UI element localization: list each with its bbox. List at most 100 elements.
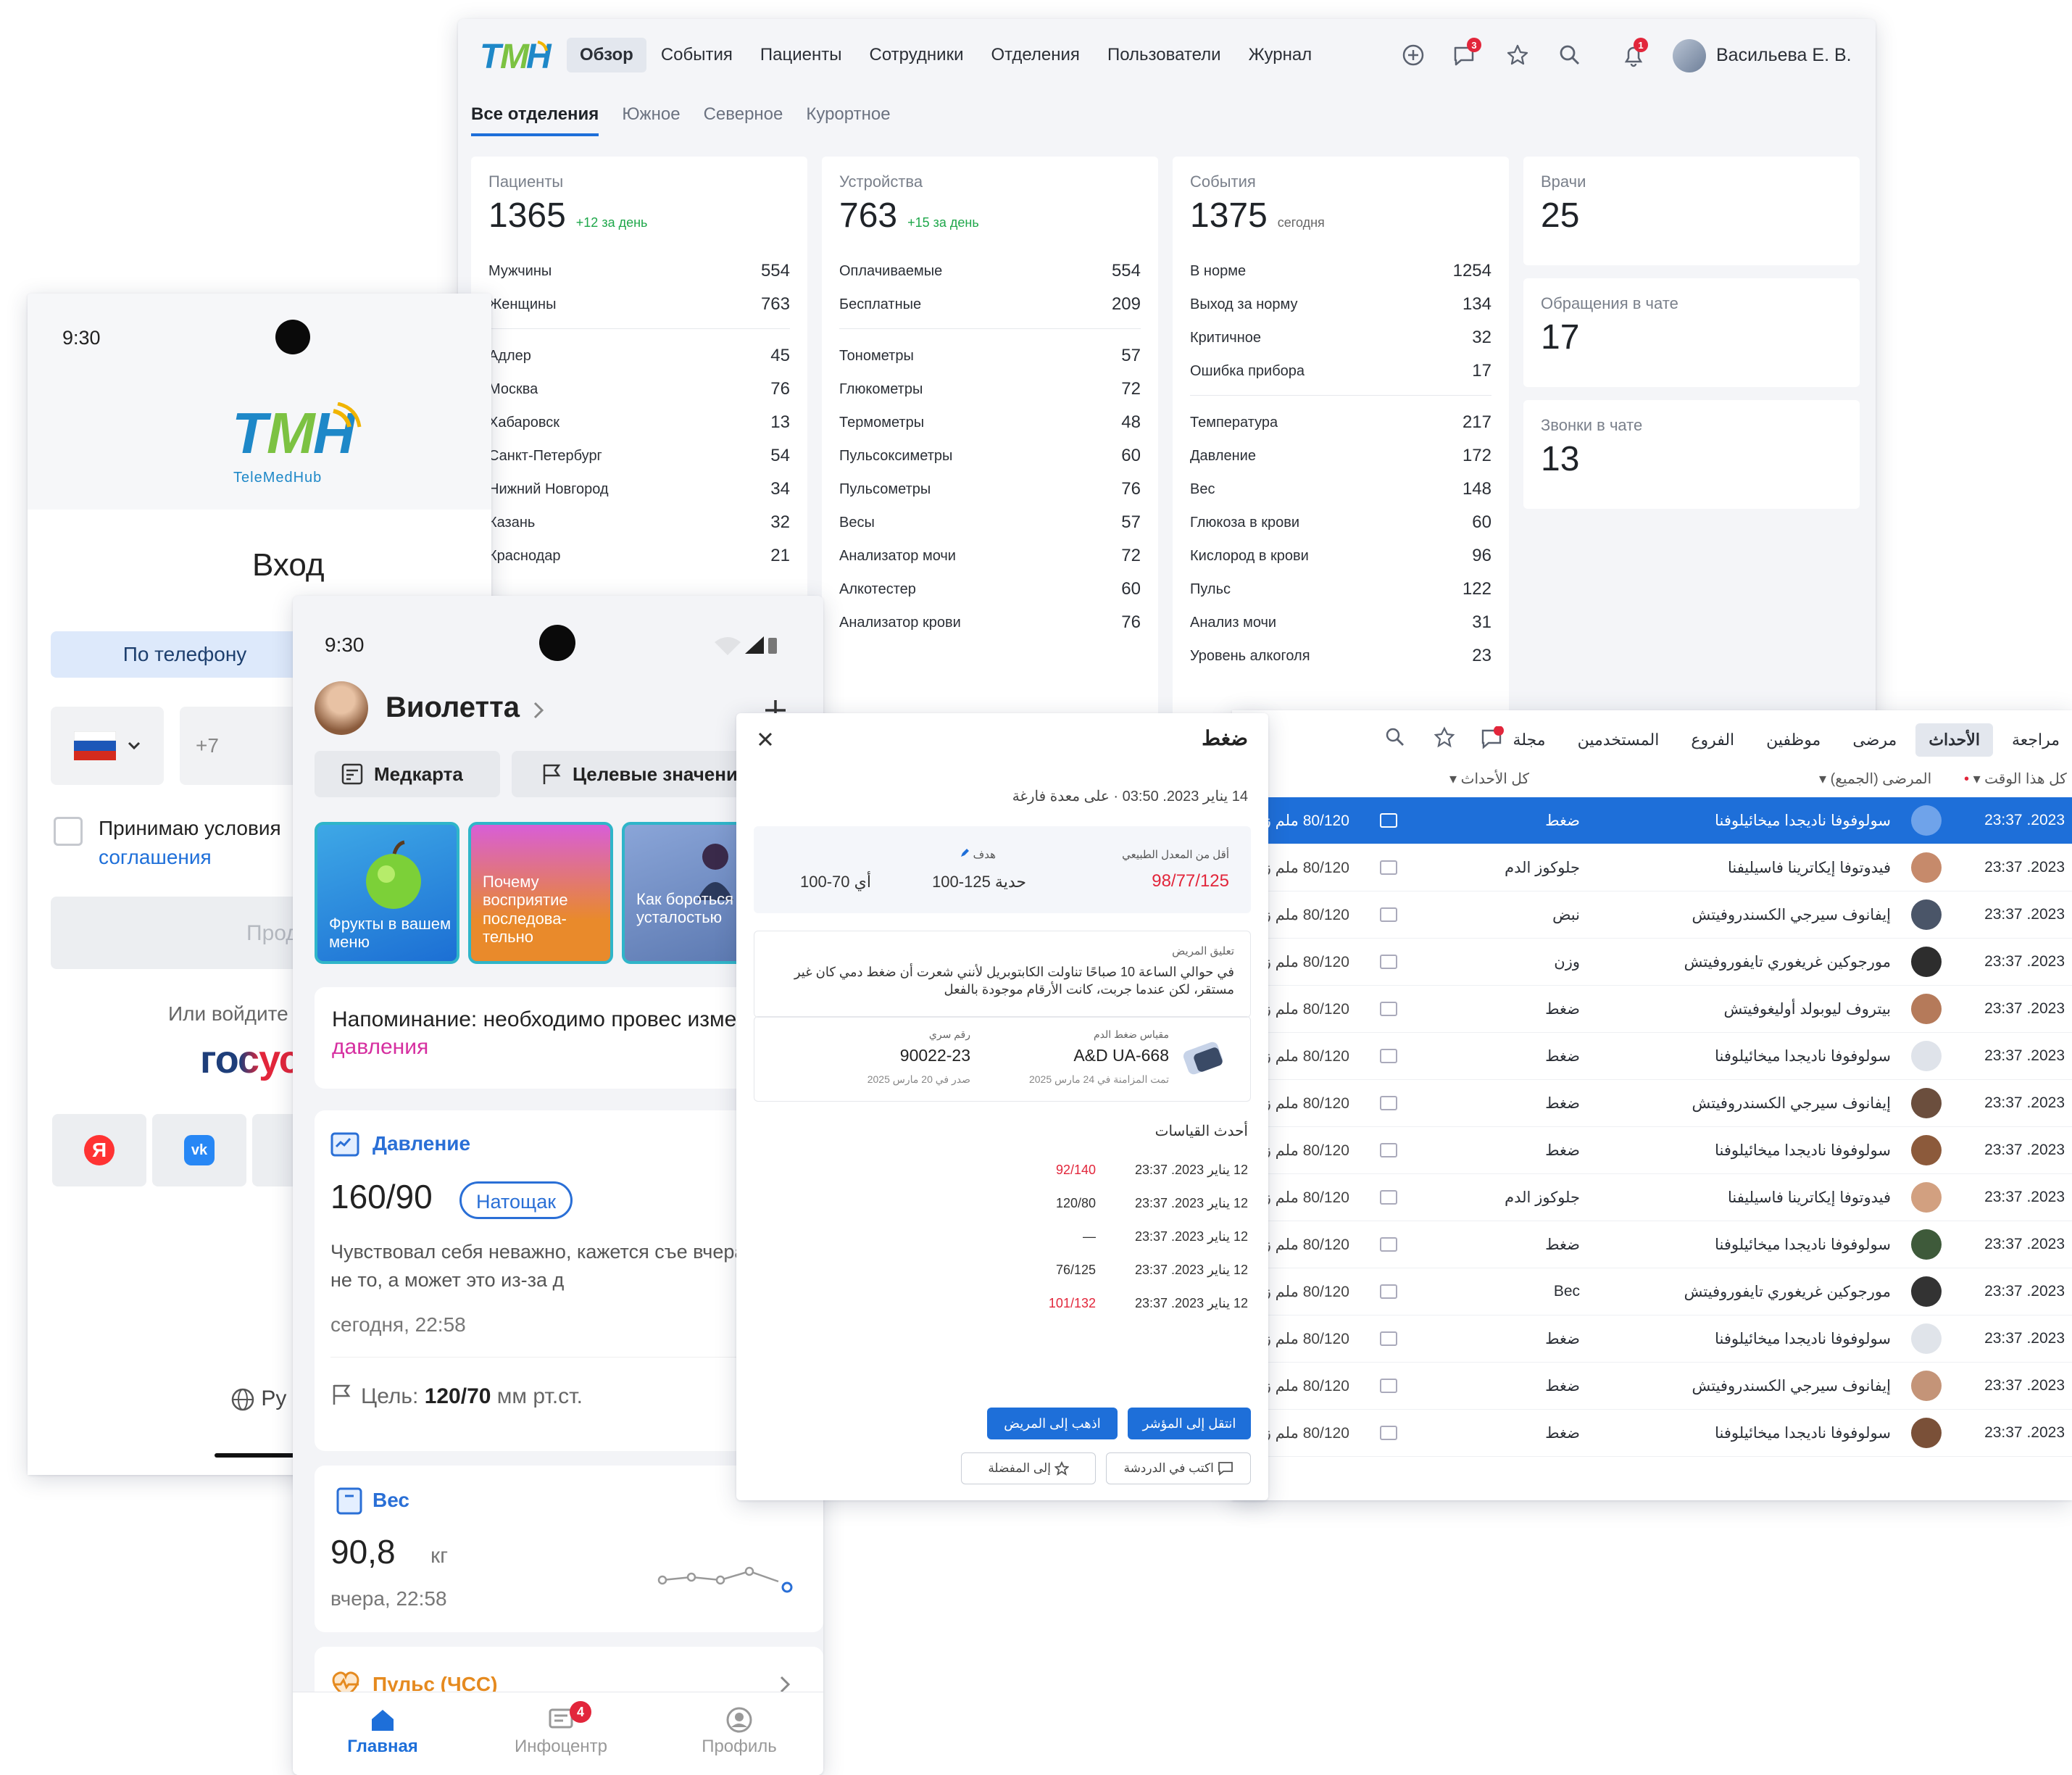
stat-value: 57: [1121, 346, 1141, 365]
stat-value: 34: [770, 479, 790, 499]
agreement-link[interactable]: соглашения: [99, 846, 212, 869]
nav-users-ar[interactable]: المستخدمين: [1565, 723, 1673, 757]
patient-avatar: [1911, 899, 1942, 930]
patient-name[interactable]: Виолетта: [386, 691, 520, 724]
table-row[interactable]: 80/120 ملم زئبق وزن مورجوكين غريغوري تايفو…: [1232, 939, 2072, 986]
measurement-row[interactable]: 12 يناير 2023. 23:37 120/80: [754, 1190, 1251, 1223]
flag-icon: [333, 1384, 351, 1405]
filter-all-time[interactable]: • ▾ كل هذا الوقت: [1964, 770, 2067, 788]
tab-home[interactable]: Главная: [332, 1707, 433, 1757]
star-icon[interactable]: [1434, 726, 1455, 748]
table-row[interactable]: 80/120 ملم زئبق ضغط إيفانوف سيرجي الكسندرو…: [1232, 1363, 2072, 1410]
modal-meta: 14 يناير 2023. 03:50 · على معدة فارغة: [1012, 789, 1248, 805]
tab-resort[interactable]: Курортное: [806, 104, 890, 136]
table-row[interactable]: 80/120 ملم زئبق نبض إيفانوف سيرجي الكسندرو…: [1232, 891, 2072, 939]
device-label: مقياس ضغط الدم: [1093, 1028, 1169, 1040]
add-favorite-button[interactable]: إلى المفضلة: [961, 1452, 1096, 1484]
table-row[interactable]: 80/120 ملم زئبق ضغط سولوفوفا ناديجدا ميخائ…: [1232, 1410, 2072, 1457]
reminder-link[interactable]: давления: [332, 1035, 428, 1059]
stat-row: Санкт-Петербург 54: [488, 439, 790, 473]
filter-events[interactable]: ▾ كل الأحداث: [1449, 770, 1529, 788]
tab-by-phone[interactable]: По телефону: [51, 631, 319, 678]
yandex-login-button[interactable]: Я: [52, 1114, 146, 1186]
tab-all-departments[interactable]: Все отделения: [471, 104, 599, 136]
stat-label: Пульсоксиметры: [839, 447, 953, 464]
go-to-indicator-button[interactable]: انتقل إلى المؤشر: [1128, 1408, 1251, 1439]
stat-label: В норме: [1190, 262, 1247, 279]
story-card[interactable]: Фрукты в вашем меню: [315, 822, 459, 964]
measurement-row[interactable]: 12 يناير 2023. 23:37 76/125: [754, 1257, 1251, 1290]
vk-login-button[interactable]: vk: [152, 1114, 246, 1186]
nav-users[interactable]: Пользователи: [1094, 38, 1234, 72]
table-row[interactable]: 80/120 ملم زئبق ضغط سولوفوفا ناديجدا ميخائ…: [1232, 1315, 2072, 1363]
stat-value: 554: [760, 261, 790, 280]
nav-journal-ar[interactable]: مجلة: [1500, 723, 1559, 757]
nav-patients-ar[interactable]: مرضى: [1839, 723, 1910, 757]
go-to-patient-button[interactable]: اذهب إلى المريض: [987, 1408, 1118, 1439]
tab-south[interactable]: Южное: [622, 104, 680, 136]
table-row[interactable]: 80/120 ملم زئبق ضغط إيفانوف سيرجي الكسندرو…: [1232, 1080, 2072, 1127]
gosuslugi-logo[interactable]: госус: [200, 1037, 301, 1082]
table-row[interactable]: 80/120 ملم زئبق ضغط سولوفوفا ناديجدا ميخائ…: [1232, 1033, 2072, 1080]
country-select[interactable]: [51, 707, 164, 785]
nav-events-ar[interactable]: الأحداث: [1915, 723, 1993, 757]
measurement-type-icon: [1380, 1143, 1397, 1157]
measurement-row[interactable]: 12 يناير 2023. 23:37 92/140: [754, 1157, 1251, 1190]
agree-checkbox[interactable]: [54, 817, 83, 846]
row-date: 23:37 .2023: [1984, 1236, 2065, 1252]
search-icon[interactable]: [1384, 726, 1406, 748]
table-row[interactable]: 80/120 ملم زئبق جلوكوز الدم فيدوتوفا إيكات…: [1232, 1174, 2072, 1221]
patient-avatar: [1911, 852, 1942, 883]
nav-overview[interactable]: Обзор: [567, 38, 646, 72]
row-type: ضغط: [1545, 1047, 1580, 1065]
search-icon[interactable]: [1558, 43, 1581, 67]
nav-staff-ar[interactable]: موظفين: [1753, 723, 1834, 757]
dashboard-logo[interactable]: TMH: [480, 35, 552, 76]
filter-patient[interactable]: ▾ المرضى (الجميع): [1819, 770, 1931, 788]
user-name[interactable]: Васильева Е. В.: [1716, 45, 1852, 66]
write-chat-button[interactable]: اكتب في الدردشة: [1106, 1452, 1251, 1484]
table-row[interactable]: 80/120 ملم زئبق ضغط بيتروف ليوبولد أوليغوف…: [1232, 986, 2072, 1033]
chat-icon[interactable]: 3: [1452, 38, 1481, 68]
table-row[interactable]: 80/120 ملم زئبق ضغط سولوفوفا ناديجدا ميخائ…: [1232, 797, 2072, 844]
row-patient-name: سولوفوفا ناديجدا ميخائيلوفنا: [1715, 1236, 1891, 1253]
pressure-goal: Цель: 120/70 мм рт.ст.: [361, 1384, 583, 1409]
stat-row: Глюкометры 72: [839, 373, 1141, 406]
medcard-label: Медкарта: [374, 762, 463, 785]
tab-profile[interactable]: Профиль: [688, 1707, 790, 1757]
measurement-row[interactable]: 12 يناير 2023. 23:37 —: [754, 1223, 1251, 1257]
scale-icon: [336, 1487, 362, 1515]
nav-staff[interactable]: Сотрудники: [857, 38, 977, 72]
nav-departments[interactable]: Отделения: [978, 38, 1093, 72]
table-row[interactable]: 80/120 ملم زئبق جلوكوز الدم فيدوتوفا إيكات…: [1232, 844, 2072, 891]
add-icon[interactable]: [1402, 43, 1425, 67]
stat-label: Бесплатные: [839, 296, 922, 312]
events-delta: сегодня: [1277, 215, 1325, 230]
devices-billing-list: Оплачиваемые 554 Бесплатные 209: [839, 254, 1141, 321]
nav-branches-ar[interactable]: الفروع: [1678, 723, 1747, 757]
patient-avatar: [1911, 1418, 1942, 1448]
table-row[interactable]: 80/120 ملم زئبق ضغط سولوفوفا ناديجدا ميخائ…: [1232, 1127, 2072, 1174]
star-icon[interactable]: [1506, 43, 1529, 67]
stat-label: Краснодар: [488, 547, 561, 564]
measurement-row[interactable]: 12 يناير 2023. 23:37 101/132: [754, 1290, 1251, 1323]
language-selector[interactable]: Ру: [230, 1387, 286, 1412]
tab-infocenter[interactable]: 4 Инфоцентр: [510, 1701, 612, 1757]
tab-north[interactable]: Северное: [704, 104, 783, 136]
table-row[interactable]: 80/120 ملم زئبق Вес مورجوكين غريغوري تايفو…: [1232, 1268, 2072, 1315]
user-avatar[interactable]: [1673, 39, 1706, 72]
medcard-button[interactable]: Медкарта: [315, 751, 500, 797]
nav-overview-ar[interactable]: مراجعة: [1999, 723, 2072, 757]
bell-icon[interactable]: 1: [1622, 38, 1648, 68]
patient-avatar[interactable]: [315, 681, 368, 735]
close-icon[interactable]: [757, 731, 774, 748]
story-card[interactable]: Почему восприятие последова-тельно: [468, 822, 613, 964]
table-row[interactable]: 80/120 ملم زئبق ضغط سولوفوفا ناديجدا ميخائ…: [1232, 1221, 2072, 1268]
nav-journal[interactable]: Журнал: [1236, 38, 1326, 72]
measurement-type-icon: [1380, 1002, 1397, 1016]
nav-events[interactable]: События: [648, 38, 746, 72]
chevron-right-icon[interactable]: [532, 700, 546, 720]
camera-cutout: [539, 625, 575, 661]
nav-patients[interactable]: Пациенты: [747, 38, 855, 72]
serial-date: صدر في 20 مارس 2025: [867, 1073, 970, 1085]
